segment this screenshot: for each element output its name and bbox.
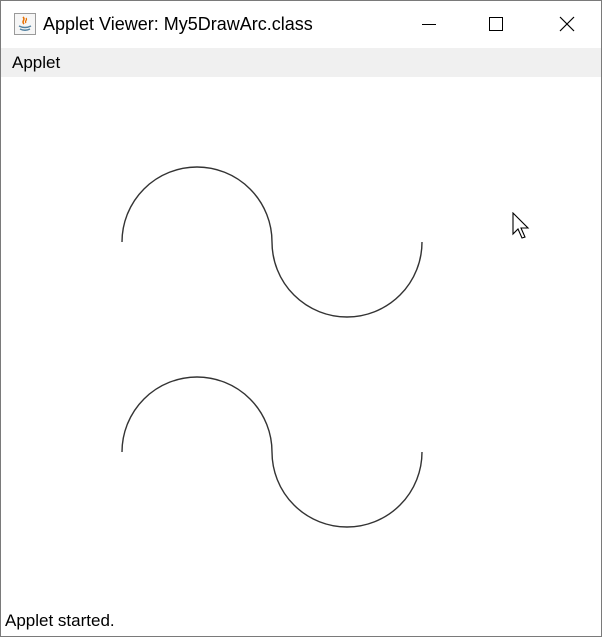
- arc-pair-2: [121, 376, 423, 528]
- minimize-button[interactable]: [394, 1, 464, 47]
- maximize-icon: [489, 17, 503, 31]
- close-icon: [559, 16, 575, 32]
- applet-canvas[interactable]: [1, 77, 601, 607]
- minimize-icon: [422, 24, 436, 25]
- status-bar: Applet started.: [1, 607, 601, 636]
- arc-pair-1: [121, 166, 423, 318]
- menu-applet[interactable]: Applet: [12, 53, 60, 73]
- applet-viewer-window: Applet Viewer: My5DrawArc.class Applet A…: [0, 0, 602, 637]
- java-icon: [14, 13, 36, 35]
- status-text: Applet started.: [5, 611, 115, 630]
- mouse-pointer-icon: [512, 211, 532, 245]
- maximize-button[interactable]: [461, 1, 531, 47]
- menu-bar: Applet: [1, 48, 601, 77]
- drawing-surface: [121, 166, 423, 528]
- close-button[interactable]: [532, 1, 602, 47]
- window-title: Applet Viewer: My5DrawArc.class: [43, 14, 313, 34]
- title-bar[interactable]: Applet Viewer: My5DrawArc.class: [1, 1, 601, 47]
